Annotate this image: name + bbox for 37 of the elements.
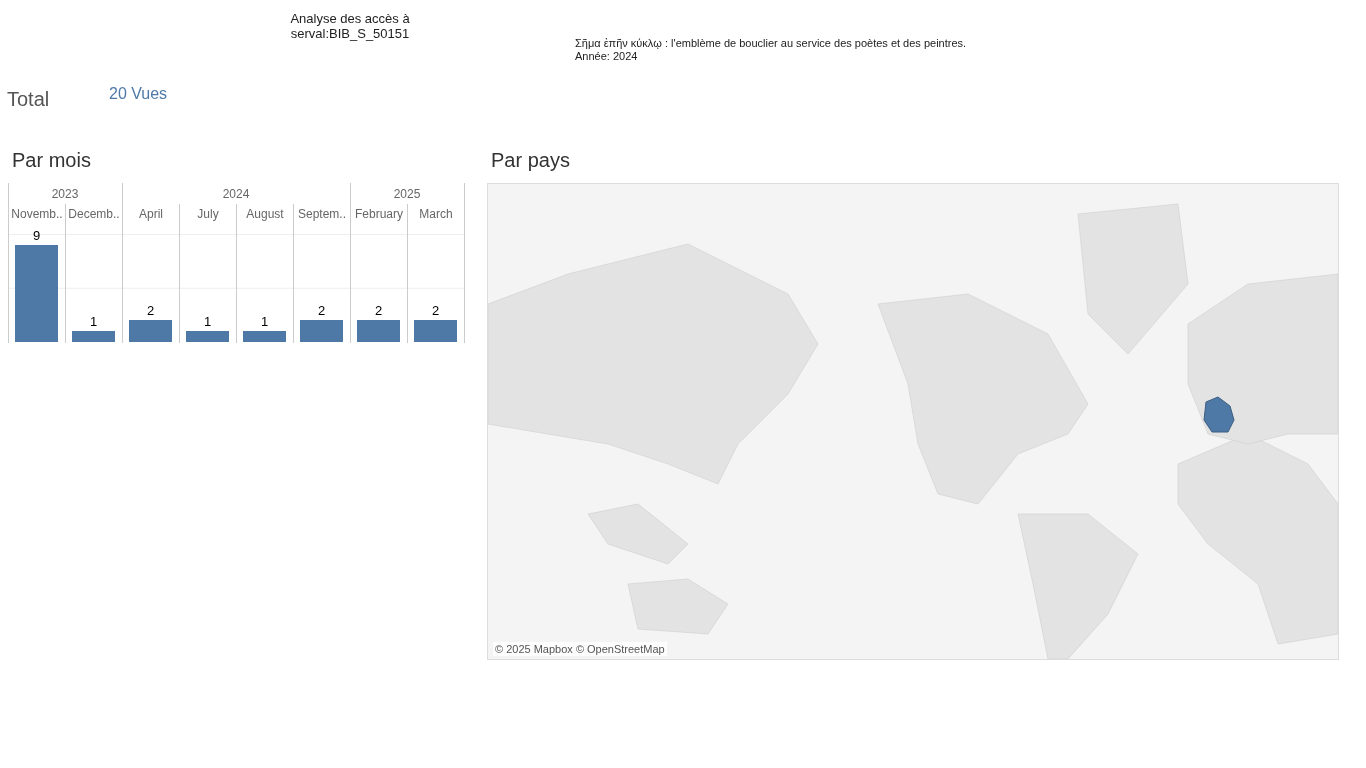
section-title: Par mois	[11, 148, 92, 173]
month-header: August	[246, 207, 284, 221]
year-header: 2023	[51, 187, 79, 201]
month-header: Novemb..	[11, 207, 63, 221]
bar[interactable]	[129, 320, 172, 342]
bar[interactable]	[72, 331, 115, 342]
highlighted-country[interactable]	[1203, 396, 1235, 433]
total-value: 20 Vues	[109, 85, 168, 103]
bar-value-label: 2	[146, 303, 155, 318]
month-header: July	[197, 207, 219, 221]
bar[interactable]	[243, 331, 286, 342]
bar[interactable]	[300, 320, 343, 342]
year-header: 2025	[393, 187, 421, 201]
report-title: Analyse des accès à serval:BIB_S_50151	[289, 10, 411, 43]
year-text: Année: 2024	[575, 50, 639, 63]
subtitle-text: Σῆμα ἐπῆν κύκλῳ : l'emblème de bouclier au service des poètes et des peintres.	[575, 37, 967, 50]
bar[interactable]	[357, 320, 400, 342]
month-header: April	[139, 207, 163, 221]
month-header: March	[419, 207, 453, 221]
bar[interactable]	[15, 245, 58, 342]
map-attribution: © 2025 Mapbox © OpenStreetMap	[493, 642, 667, 656]
month-header: Septem..	[298, 207, 346, 221]
bar-value-label: 2	[317, 303, 326, 318]
bar-value-label: 1	[260, 314, 269, 329]
total-label: Total	[7, 88, 51, 111]
bar[interactable]	[186, 331, 229, 342]
bar-value-label: 1	[203, 314, 212, 329]
year-header: 2024	[222, 187, 250, 201]
section-title: Par pays	[490, 148, 571, 173]
bar-value-label: 2	[374, 303, 383, 318]
month-header: February	[355, 207, 403, 221]
bar-value-label: 9	[32, 228, 41, 243]
bar-value-label: 1	[89, 314, 98, 329]
bar[interactable]	[414, 320, 457, 342]
world-map[interactable]: © 2025 Mapbox © OpenStreetMap	[487, 183, 1339, 660]
month-header: Decemb..	[68, 207, 120, 221]
bar-value-label: 2	[431, 303, 440, 318]
